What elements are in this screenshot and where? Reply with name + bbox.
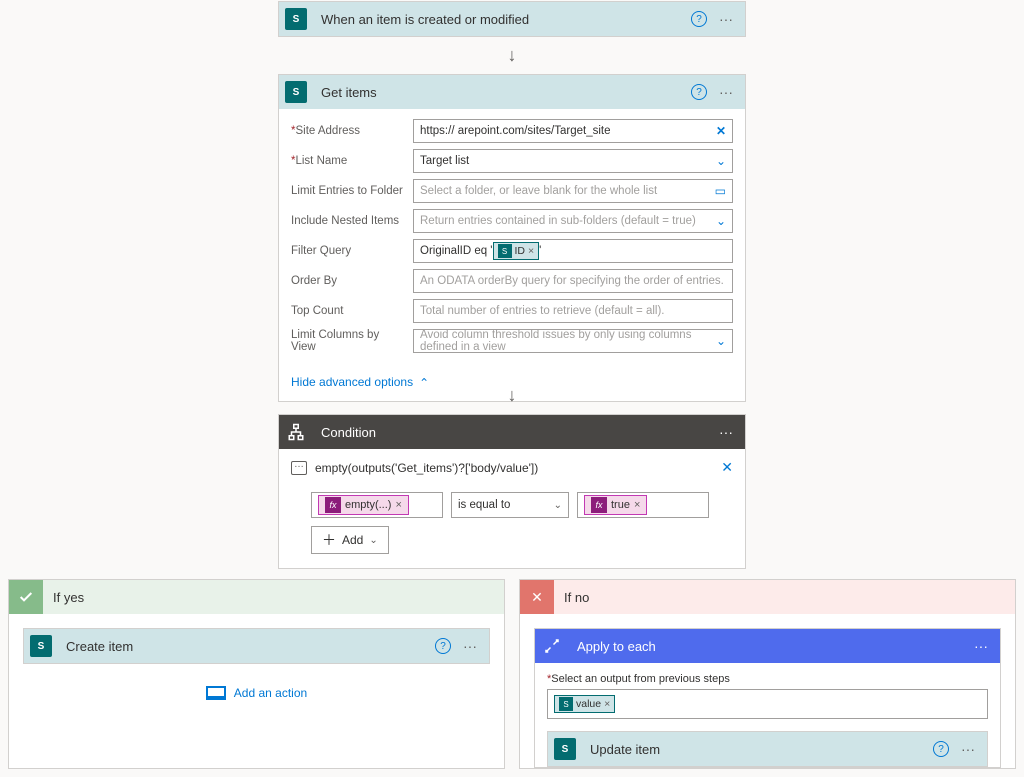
condition-card: Condition ··· empty(outputs('Get_items')… (278, 414, 746, 569)
select-output-label: *Select an output from previous steps (547, 673, 988, 685)
fx-icon: fx (325, 497, 341, 513)
create-item-card[interactable]: S Create item ? ··· (23, 628, 490, 664)
sharepoint-icon: S (285, 81, 307, 103)
chevron-down-icon[interactable]: ⌄ (716, 334, 726, 348)
list-name-label: *List Name (291, 155, 403, 167)
condition-right-input[interactable]: fxtrue× (577, 492, 709, 518)
fx-icon: fx (591, 497, 607, 513)
if-no-title: If no (564, 590, 1005, 605)
sharepoint-icon: S (30, 635, 52, 657)
trigger-title: When an item is created or modified (321, 12, 683, 27)
apply-to-each-header[interactable]: Apply to each ··· (535, 629, 1000, 663)
filter-query-input[interactable]: OriginalID eq ' SID× ' (413, 239, 733, 263)
site-address-label: *Site Address (291, 125, 403, 137)
site-address-input[interactable]: https:// arepoint.com/sites/Target_site✕ (413, 119, 733, 143)
chevron-down-icon[interactable]: ⌄ (716, 154, 726, 168)
if-no-branch: ✕ If no Apply to each ··· *Select an out… (519, 579, 1016, 769)
chevron-down-icon: ⌄ (369, 535, 377, 546)
limit-folder-input[interactable]: Select a folder, or leave blank for the … (413, 179, 733, 203)
condition-left-input[interactable]: fxempty(...)× (311, 492, 443, 518)
chevron-down-icon: ⌄ (554, 500, 562, 511)
if-yes-branch: If yes S Create item ? ··· Add an action (8, 579, 505, 769)
apply-to-each-card: Apply to each ··· *Select an output from… (534, 628, 1001, 768)
add-action-button[interactable]: Add an action (23, 686, 490, 700)
close-icon[interactable]: × (604, 698, 610, 710)
limit-folder-label: Limit Entries to Folder (291, 185, 403, 197)
fx-token-true[interactable]: fxtrue× (584, 495, 647, 515)
order-by-label: Order By (291, 275, 403, 287)
select-output-input[interactable]: Svalue× (547, 689, 988, 719)
help-icon[interactable]: ? (435, 638, 451, 654)
help-icon[interactable]: ? (933, 741, 949, 757)
clear-icon[interactable]: ✕ (716, 124, 726, 138)
close-icon[interactable]: × (395, 499, 401, 511)
condition-icon (279, 415, 313, 449)
apply-to-each-menu[interactable]: ··· (970, 638, 992, 654)
close-icon: ✕ (520, 580, 554, 614)
add-condition-button[interactable]: ＋Add⌄ (311, 526, 389, 554)
help-icon[interactable]: ? (691, 84, 707, 100)
sharepoint-icon: S (498, 244, 512, 258)
condition-header[interactable]: Condition ··· (279, 415, 745, 449)
list-name-input[interactable]: Target list⌄ (413, 149, 733, 173)
close-icon[interactable]: × (634, 499, 640, 511)
nested-label: Include Nested Items (291, 215, 403, 227)
sharepoint-icon: S (554, 738, 576, 760)
get-items-menu[interactable]: ··· (715, 84, 737, 100)
condition-comparator[interactable]: is equal to⌄ (451, 492, 569, 518)
condition-menu[interactable]: ··· (715, 424, 737, 440)
expression-icon (291, 461, 307, 475)
top-count-input[interactable]: Total number of entries to retrieve (def… (413, 299, 733, 323)
help-icon[interactable]: ? (691, 11, 707, 27)
condition-expression: empty(outputs('Get_items')?['body/value'… (315, 461, 538, 475)
sharepoint-icon: S (559, 697, 573, 711)
apply-to-each-title: Apply to each (577, 639, 962, 654)
create-item-menu[interactable]: ··· (459, 638, 481, 654)
sharepoint-icon: S (285, 8, 307, 30)
arrow-down-icon: ↓ (278, 46, 746, 64)
nested-input[interactable]: Return entries contained in sub-folders … (413, 209, 733, 233)
update-item-menu[interactable]: ··· (957, 741, 979, 757)
update-item-title: Update item (590, 742, 925, 757)
create-item-title: Create item (66, 639, 427, 654)
value-token[interactable]: Svalue× (554, 695, 615, 713)
loop-icon (535, 629, 569, 663)
get-items-header[interactable]: S Get items ? ··· (279, 75, 745, 109)
get-items-title: Get items (321, 85, 683, 100)
fx-token-empty[interactable]: fxempty(...)× (318, 495, 409, 515)
trigger-card[interactable]: S When an item is created or modified ? … (278, 1, 746, 37)
folder-icon[interactable]: ▭ (715, 184, 726, 198)
new-step-icon (206, 686, 226, 700)
get-items-card: S Get items ? ··· *Site Address https://… (278, 74, 746, 402)
filter-query-label: Filter Query (291, 245, 403, 257)
limit-cols-input[interactable]: Avoid column threshold issues by only us… (413, 329, 733, 353)
arrow-down-icon: ↓ (278, 386, 746, 404)
close-icon[interactable]: × (528, 245, 534, 257)
trigger-menu[interactable]: ··· (715, 11, 737, 27)
id-token[interactable]: SID× (493, 242, 540, 260)
update-item-card[interactable]: S Update item ? ··· (547, 731, 988, 767)
check-icon (9, 580, 43, 614)
chevron-down-icon[interactable]: ⌄ (716, 214, 726, 228)
if-yes-title: If yes (53, 590, 494, 605)
top-count-label: Top Count (291, 305, 403, 317)
limit-cols-label: Limit Columns by View (291, 329, 403, 353)
close-icon[interactable]: ✕ (721, 459, 733, 476)
order-by-input[interactable]: An ODATA orderBy query for specifying th… (413, 269, 733, 293)
condition-title: Condition (321, 425, 707, 440)
plus-icon: ＋ (322, 530, 336, 550)
